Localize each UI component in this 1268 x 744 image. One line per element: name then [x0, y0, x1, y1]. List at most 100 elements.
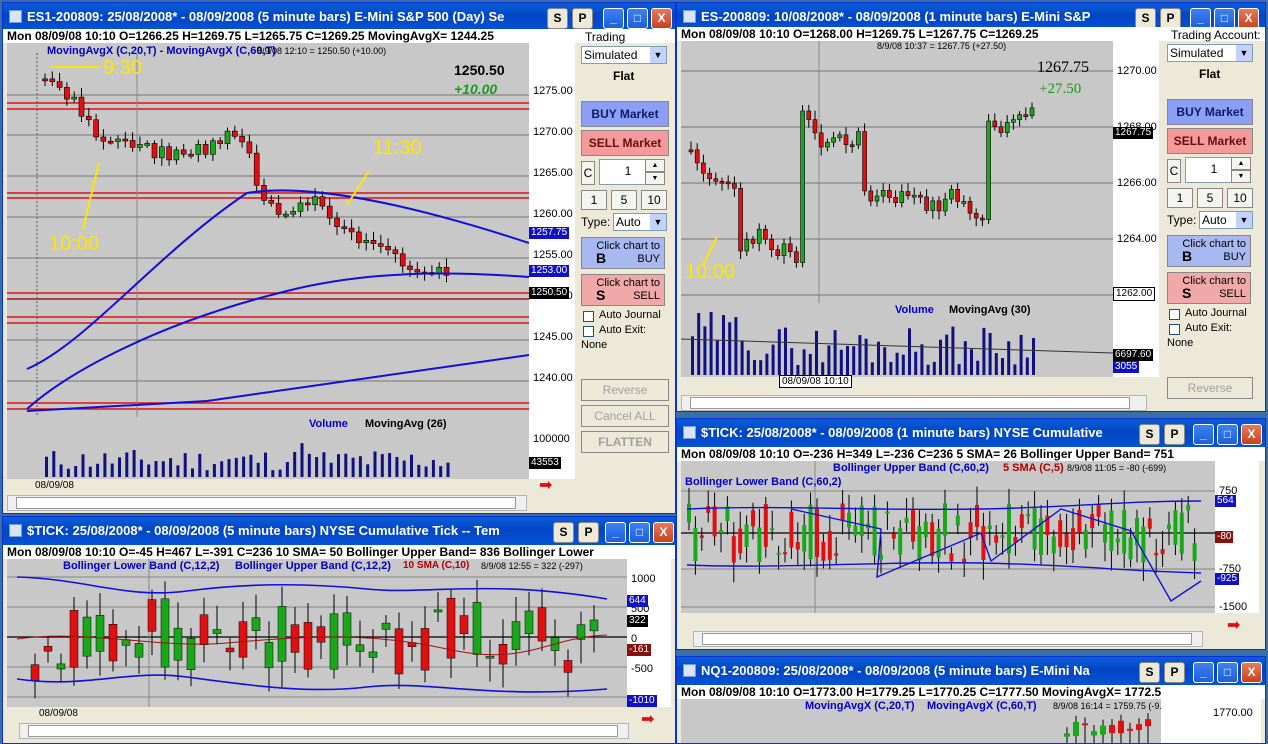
qty-10-button[interactable]: 10 [641, 190, 667, 210]
es1-price-chart[interactable]: MovingAvgX (C,20,T) - MovingAvgX (C,60,T… [7, 43, 529, 417]
close-icon[interactable]: X [651, 8, 672, 29]
tick-bar [160, 598, 170, 668]
tick-bar [459, 615, 469, 635]
minimize-icon[interactable]: _ [605, 522, 626, 543]
scroll-right-arrow-icon[interactable]: ➡ [539, 478, 565, 494]
sell-market-button[interactable]: SELL Market [581, 130, 669, 156]
s-button[interactable]: S [553, 522, 574, 543]
volume-bar [351, 457, 355, 477]
qty-up-icon[interactable]: ▲ [645, 159, 665, 172]
buy-market-button[interactable]: BUY Market [1167, 99, 1253, 125]
es-price-chart[interactable]: 8/9/08 10:37 = 1267.75 (+27.50) 1267.75 … [681, 41, 1113, 303]
stick5-chart[interactable]: Bollinger Lower Band (C,12,2) Bollinger … [7, 559, 627, 707]
nq-candle [1109, 725, 1115, 734]
qty-5-button[interactable]: 5 [1197, 188, 1223, 208]
es1-last: 1250.50 [454, 62, 505, 78]
s-button[interactable]: S [1139, 424, 1160, 445]
price-candle [930, 200, 936, 211]
close-icon[interactable]: X [653, 522, 674, 543]
close-icon[interactable]: X [1241, 662, 1262, 683]
p-button[interactable]: P [578, 522, 599, 543]
tick-tag: -161 [627, 644, 652, 656]
auto-journal-checkbox[interactable] [1169, 309, 1180, 320]
es-window: ES-200809: 10/08/2008* - 08/09/2008 (1 m… [676, 2, 1266, 412]
volume-bar [395, 456, 399, 477]
cancel-all-button[interactable]: Cancel ALL [581, 405, 669, 427]
trend-line [790, 508, 1202, 602]
auto-exit-checkbox[interactable] [583, 326, 594, 337]
chart-window-icon [9, 524, 22, 537]
close-icon[interactable]: X [1241, 424, 1262, 445]
type-select[interactable]: Auto ▼ [613, 213, 667, 231]
qty-down-icon[interactable]: ▼ [1231, 170, 1251, 183]
close-icon[interactable]: X [1238, 8, 1259, 29]
tick-bar [1122, 509, 1127, 554]
price-candle [370, 240, 377, 244]
reverse-button[interactable]: Reverse [1167, 377, 1253, 399]
contracts-label: C [581, 161, 595, 185]
type-select[interactable]: Auto ▼ [1199, 211, 1253, 229]
price-candle [707, 172, 712, 180]
minimize-icon[interactable]: _ [603, 8, 624, 29]
qty-5-button[interactable]: 5 [611, 190, 637, 210]
tick-bar [731, 536, 736, 563]
account-select[interactable]: Simulated ▼ [1167, 44, 1253, 62]
nq-chart[interactable]: MovingAvgX (C,20,T) MovingAvgX (C,60,T) … [681, 699, 1175, 743]
scroll-right-arrow-icon[interactable]: ➡ [641, 709, 654, 729]
volume-bar [161, 461, 165, 477]
es-scrollbar[interactable] [681, 395, 1147, 411]
volume-bar [765, 353, 769, 375]
es1-scrollbar[interactable] [7, 495, 527, 511]
stick1-axis: 750 0 -750 -1500 564 -80 -925 [1215, 461, 1259, 613]
minimize-icon[interactable]: _ [1193, 662, 1214, 683]
tick-bar [433, 609, 443, 613]
stick5-info: Mon 08/09/08 10:10 O=-45 H=467 L=-391 C=… [3, 545, 675, 559]
maximize-icon[interactable]: □ [629, 522, 650, 543]
qty-down-icon[interactable]: ▼ [645, 172, 665, 185]
stick1-scrollbar[interactable] [693, 631, 1203, 647]
stick5-titlebar[interactable]: $TICK: 25/08/2008* - 08/09/2008 (5 minut… [3, 517, 675, 545]
maximize-icon[interactable]: □ [1217, 662, 1238, 683]
minimize-icon[interactable]: _ [1193, 424, 1214, 445]
chevron-down-icon: ▼ [650, 47, 666, 63]
maximize-icon[interactable]: □ [627, 8, 648, 29]
scroll-right-arrow-icon[interactable]: ➡ [1227, 615, 1240, 635]
nq-titlebar[interactable]: NQ1-200809: 25/08/2008* - 08/09/2008 (5 … [677, 657, 1265, 685]
es1-titlebar[interactable]: ES1-200809: 25/08/2008* - 08/09/2008 (5 … [3, 3, 675, 31]
stick1-chart[interactable]: Bollinger Upper Band (C,60,2) 5 SMA (C,5… [681, 461, 1215, 613]
reverse-button[interactable]: Reverse [581, 379, 669, 401]
click-chart-sell-button[interactable]: Click chart to SELL S [1167, 272, 1251, 304]
qty-10-button[interactable]: 10 [1227, 188, 1253, 208]
account-select[interactable]: Simulated ▼ [581, 46, 667, 64]
price-candle [188, 153, 194, 157]
minimize-icon[interactable]: _ [1190, 8, 1211, 29]
stick1-titlebar[interactable]: $TICK: 25/08/2008* - 08/09/2008 (1 minut… [677, 419, 1265, 447]
volume-bar [132, 450, 136, 477]
p-button[interactable]: P [1164, 662, 1185, 683]
maximize-icon[interactable]: □ [1214, 8, 1235, 29]
auto-journal-checkbox[interactable] [583, 311, 594, 322]
price-candle [744, 239, 750, 252]
p-button[interactable]: P [1164, 424, 1185, 445]
auto-exit-checkbox[interactable] [1169, 324, 1180, 335]
click-chart-buy-button[interactable]: Click chart to BUY B [1167, 235, 1251, 267]
s-button[interactable]: S [1139, 662, 1160, 683]
s-button[interactable]: S [547, 8, 568, 29]
price-candle [180, 149, 187, 155]
stick5-scrollbar[interactable] [19, 723, 629, 739]
click-chart-buy-button[interactable]: Click chart to BUY B [581, 237, 665, 269]
click-chart-sell-button[interactable]: Click chart to SELL S [581, 274, 665, 306]
sell-market-button[interactable]: SELL Market [1167, 128, 1253, 154]
buy-market-button[interactable]: BUY Market [581, 101, 669, 127]
p-button[interactable]: P [1160, 8, 1181, 29]
qty-1-button[interactable]: 1 [581, 190, 607, 210]
flatten-button[interactable]: FLATTEN [581, 431, 669, 453]
qty-1-button[interactable]: 1 [1167, 188, 1193, 208]
qty-up-icon[interactable]: ▲ [1231, 157, 1251, 170]
p-button[interactable]: P [572, 8, 593, 29]
stick5-window: $TICK: 25/08/2008* - 08/09/2008 (5 minut… [2, 516, 676, 744]
maximize-icon[interactable]: □ [1217, 424, 1238, 445]
price-candle [949, 189, 954, 200]
volume-bar [715, 340, 719, 375]
s-button[interactable]: S [1135, 8, 1156, 29]
